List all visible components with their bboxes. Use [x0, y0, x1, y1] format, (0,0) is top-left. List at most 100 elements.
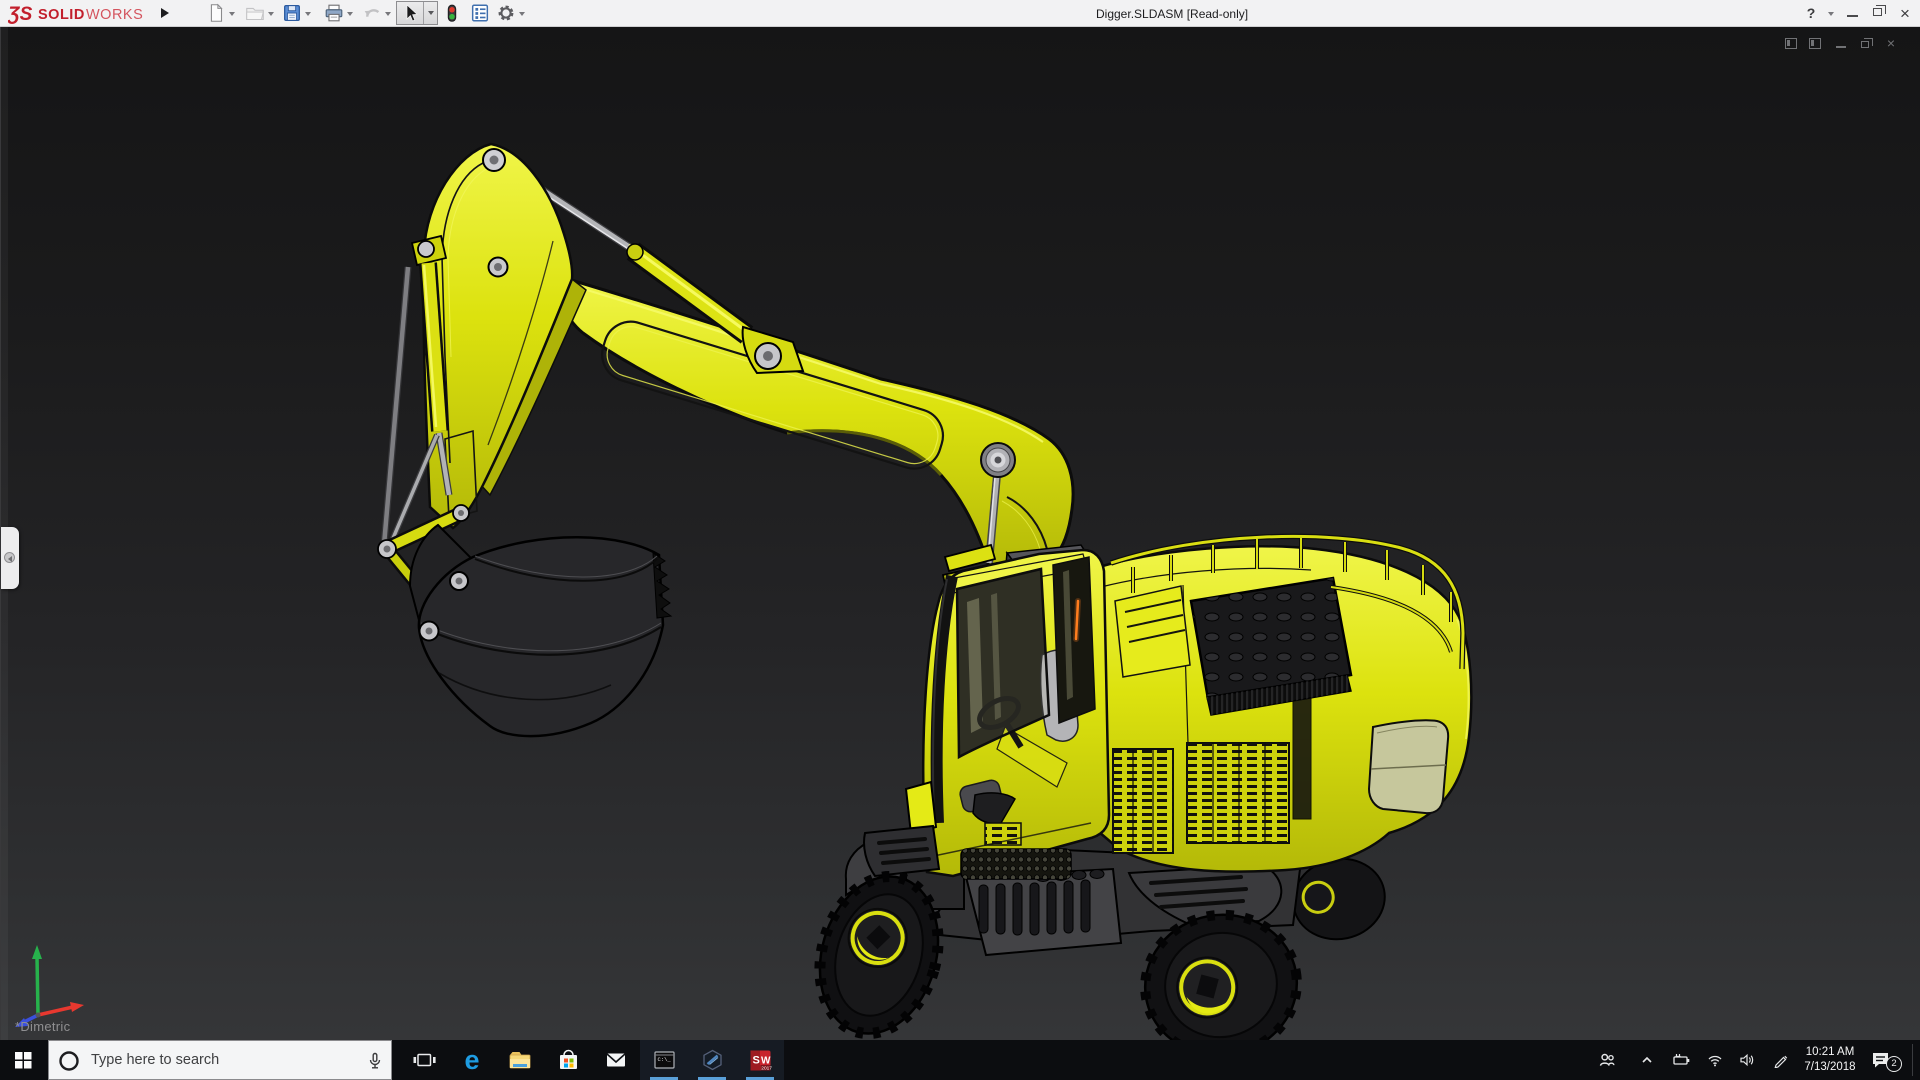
- battery-charging-icon: [1673, 1054, 1690, 1065]
- new-document-icon: [210, 3, 223, 22]
- pen-icon: [1774, 1055, 1788, 1068]
- sw-letter-w: W: [761, 1055, 771, 1066]
- titlebar: ƷS SOLID WORKS Digger.SLDASM [Read-only]…: [0, 0, 1920, 27]
- save-floppy-icon: [284, 5, 300, 21]
- battery-tray-button[interactable]: [1666, 1040, 1696, 1080]
- undo-icon: [364, 9, 380, 17]
- windows-logo-icon: [15, 1052, 32, 1069]
- select-tool-button[interactable]: [397, 2, 424, 24]
- doc-restore-icon: [1861, 38, 1873, 48]
- solidworks-2017-icon: S W 2017: [750, 1050, 772, 1071]
- edge-icon: e: [464, 1044, 480, 1075]
- mail-icon: [606, 1053, 626, 1067]
- doc-window-pane-right-button[interactable]: [1805, 33, 1825, 53]
- volume-tray-button[interactable]: [1732, 1040, 1762, 1080]
- tray-clock[interactable]: 10:21 AM 7/13/2018: [1798, 1040, 1862, 1080]
- brand-works: WORKS: [86, 7, 143, 23]
- rebuild-traffic-light-icon: [447, 4, 457, 22]
- help-button[interactable]: ?: [1800, 0, 1822, 27]
- side-grille-left: [1112, 748, 1174, 854]
- window-pane-left-icon: [1785, 37, 1797, 49]
- close-button[interactable]: ×: [1894, 0, 1916, 27]
- undo-dropdown-caret[interactable]: [385, 12, 391, 16]
- command-prompt-icon: C:\_: [653, 1051, 675, 1069]
- action-center-button[interactable]: 2: [1866, 1040, 1908, 1080]
- boom-arm[interactable]: [556, 275, 1075, 572]
- upper-body-deck[interactable]: [1097, 533, 1473, 873]
- command-prompt-button[interactable]: C:\_: [640, 1040, 688, 1080]
- microphone-icon[interactable]: [365, 1051, 385, 1071]
- menu-flyout-arrow-icon[interactable]: [161, 8, 169, 18]
- orientation-triad: [15, 945, 84, 1027]
- graphics-viewport[interactable]: × *Dimetric: [0, 27, 1920, 1040]
- window-pane-right-icon: [1809, 37, 1821, 49]
- task-view-button[interactable]: [400, 1040, 448, 1080]
- people-tray-button[interactable]: [1592, 1040, 1622, 1080]
- doc-window-pane-left-button[interactable]: [1781, 33, 1801, 53]
- minimize-icon: [1847, 15, 1858, 17]
- save-button[interactable]: [280, 2, 304, 24]
- file-properties-button[interactable]: [468, 2, 492, 24]
- taskbar-search: [48, 1040, 392, 1080]
- solidworks-logo: ƷS SOLID WORKS: [8, 4, 143, 25]
- restore-button[interactable]: [1868, 0, 1890, 27]
- options-dropdown-caret[interactable]: [519, 12, 525, 16]
- model-canvas[interactable]: [1, 27, 1920, 1040]
- print-button[interactable]: [322, 2, 346, 24]
- microsoft-store-button[interactable]: [544, 1040, 592, 1080]
- triad-x-axis: [37, 1005, 74, 1017]
- start-button[interactable]: [0, 1040, 48, 1080]
- undo-button[interactable]: [360, 2, 384, 24]
- solidworks-app-button[interactable]: S W 2017: [736, 1040, 784, 1080]
- file-explorer-button[interactable]: [496, 1040, 544, 1080]
- save-dropdown-caret[interactable]: [305, 12, 311, 16]
- wifi-icon: [1708, 1055, 1722, 1067]
- task-view-icon: [413, 1053, 436, 1067]
- sw-letter-s: S: [752, 1054, 759, 1066]
- people-icon: [1599, 1053, 1615, 1066]
- volume-icon: [1740, 1053, 1754, 1067]
- select-tool-group: [396, 1, 438, 25]
- restore-icon: [1873, 5, 1886, 16]
- doc-minimize-button[interactable]: [1831, 33, 1851, 53]
- feature-manager-collapsed-tab[interactable]: [1, 527, 19, 589]
- show-desktop-divider[interactable]: [1912, 1044, 1913, 1076]
- hexagon-app-icon: [702, 1049, 722, 1071]
- brand-solid: SOLID: [38, 7, 85, 23]
- mail-button[interactable]: [592, 1040, 640, 1080]
- rear-window: [1367, 719, 1450, 815]
- select-dropdown-caret: [427, 11, 434, 15]
- print-icon: [325, 4, 343, 22]
- cab[interactable]: [863, 543, 1111, 878]
- clock-time: 10:21 AM: [1805, 1046, 1855, 1058]
- ds-monogram: ƷS: [8, 4, 33, 25]
- minimize-button[interactable]: [1842, 0, 1864, 27]
- options-button[interactable]: [494, 2, 518, 24]
- gear-icon: [498, 5, 514, 21]
- wifi-tray-button[interactable]: [1700, 1040, 1730, 1080]
- select-dropdown-button[interactable]: [424, 2, 437, 24]
- doc-minimize-icon: [1836, 46, 1846, 48]
- open-document-button[interactable]: [243, 2, 267, 24]
- rebuild-button[interactable]: [440, 2, 464, 24]
- desktop: ƷS SOLID WORKS Digger.SLDASM [Read-only]…: [0, 0, 1920, 1080]
- bucket[interactable]: [408, 523, 673, 738]
- body-serrated-band: [960, 848, 1072, 880]
- open-folder-icon: [246, 7, 264, 20]
- expand-panel-icon: [4, 552, 15, 563]
- new-dropdown-caret[interactable]: [229, 12, 235, 16]
- cmd-label: C:\_: [657, 1056, 671, 1063]
- open-dropdown-caret[interactable]: [268, 12, 274, 16]
- edge-browser-button[interactable]: e: [448, 1040, 496, 1080]
- help-dropdown-caret[interactable]: [1828, 12, 1834, 16]
- doc-restore-button[interactable]: [1855, 33, 1875, 53]
- pen-tray-button[interactable]: [1766, 1040, 1796, 1080]
- search-input[interactable]: [91, 1041, 351, 1079]
- print-dropdown-caret[interactable]: [347, 12, 353, 16]
- doc-close-button[interactable]: ×: [1881, 33, 1901, 53]
- new-document-button[interactable]: [204, 2, 228, 24]
- composer-button[interactable]: [688, 1040, 736, 1080]
- view-orientation-label: *Dimetric: [15, 1019, 71, 1034]
- tray-overflow-button[interactable]: [1632, 1040, 1662, 1080]
- file-properties-icon: [471, 4, 489, 22]
